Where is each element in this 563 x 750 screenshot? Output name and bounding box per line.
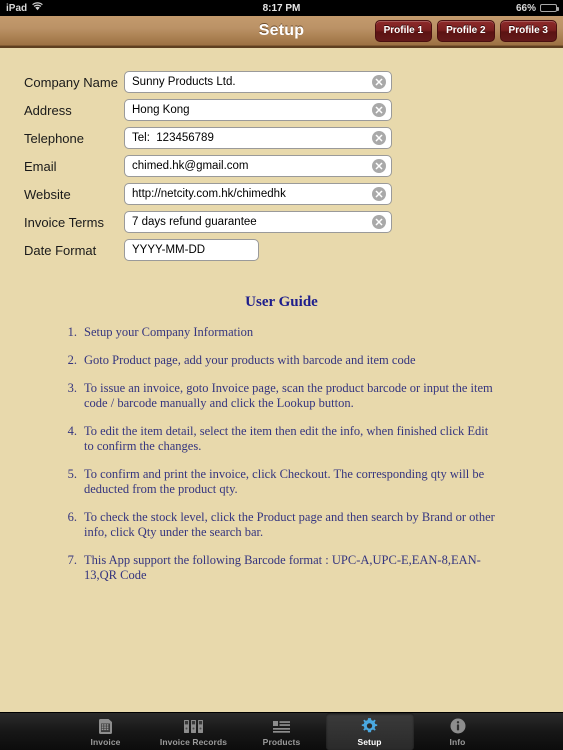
tab-label-info: Info [449, 736, 466, 747]
battery-icon [540, 4, 559, 12]
tab-label-setup: Setup [357, 736, 382, 747]
tab-label-invoice: Invoice [90, 736, 121, 747]
email-input[interactable] [124, 155, 392, 177]
calculator-icon [97, 717, 114, 736]
guide-text: Goto Product page, add your products wit… [84, 353, 416, 367]
field-wrap-telephone [124, 127, 392, 149]
label-telephone: Telephone [24, 130, 84, 146]
invoice-terms-input[interactable] [124, 211, 392, 233]
user-guide-list: 1. Setup your Company Information 2. Got… [62, 325, 501, 583]
tab-label-invoice-records: Invoice Records [159, 736, 228, 747]
field-wrap-website [124, 183, 392, 205]
address-input[interactable] [124, 99, 392, 121]
label-company-name: Company Name [24, 74, 118, 90]
guide-text: To check the stock level, click the Prod… [84, 510, 495, 539]
form-row-telephone: Telephone [0, 124, 563, 152]
date-format-input[interactable] [124, 239, 259, 261]
guide-number: 7. [67, 553, 77, 567]
clear-invoice-terms-icon[interactable] [372, 215, 386, 229]
guide-item-1: 1. Setup your Company Information [62, 325, 501, 340]
clear-telephone-icon[interactable] [372, 131, 386, 145]
binders-icon [183, 717, 204, 736]
guide-item-2: 2. Goto Product page, add your products … [62, 353, 501, 368]
form-row-company-name: Company Name [0, 68, 563, 96]
user-guide-section: User Guide 1. Setup your Company Informa… [0, 294, 563, 583]
navigation-bar: Setup Profile 1 Profile 2 Profile 3 [0, 16, 563, 48]
list-icon [272, 717, 291, 736]
company-info-form: Company Name Address Telephone [0, 50, 563, 264]
label-email: Email [24, 158, 57, 174]
status-bar-right: 66% [515, 2, 559, 14]
profile-3-button[interactable]: Profile 3 [499, 20, 557, 42]
tab-invoice[interactable]: Invoice [62, 713, 150, 750]
info-icon [449, 717, 467, 736]
guide-item-6: 6. To check the stock level, click the P… [62, 510, 501, 540]
website-input[interactable] [124, 183, 392, 205]
battery-percent: 66% [515, 2, 536, 14]
tab-products[interactable]: Products [238, 713, 326, 750]
tab-bar: Invoice Invoice Records Products Setup I… [0, 712, 563, 750]
tab-info[interactable]: Info [414, 713, 502, 750]
form-row-invoice-terms: Invoice Terms [0, 208, 563, 236]
clear-address-icon[interactable] [372, 103, 386, 117]
profile-buttons-group: Profile 1 Profile 2 Profile 3 [374, 20, 557, 42]
guide-item-3: 3. To issue an invoice, goto Invoice pag… [62, 381, 501, 411]
company-name-input[interactable] [124, 71, 392, 93]
guide-number: 5. [67, 467, 77, 481]
label-date-format: Date Format [24, 242, 97, 258]
profile-1-button[interactable]: Profile 1 [374, 20, 433, 42]
status-bar-time: 8:17 PM [262, 2, 301, 14]
guide-text: To confirm and print the invoice, click … [84, 467, 485, 496]
field-wrap-date-format [124, 239, 259, 261]
guide-number: 3. [67, 381, 77, 395]
form-row-address: Address [0, 96, 563, 124]
form-row-website: Website [0, 180, 563, 208]
label-website: Website [24, 186, 71, 202]
form-row-email: Email [0, 152, 563, 180]
guide-item-4: 4. To edit the item detail, select the i… [62, 424, 501, 454]
guide-number: 4. [67, 424, 77, 438]
guide-number: 1. [67, 325, 77, 339]
guide-item-7: 7. This App support the following Barcod… [62, 553, 501, 583]
clear-website-icon[interactable] [372, 187, 386, 201]
tab-setup[interactable]: Setup [325, 713, 414, 750]
field-wrap-email [124, 155, 392, 177]
user-guide-title: User Guide [245, 294, 318, 310]
telephone-input[interactable] [124, 127, 392, 149]
guide-number: 2. [67, 353, 77, 367]
status-bar: iPad 8:17 PM 66% [0, 0, 563, 16]
field-wrap-company-name [124, 71, 392, 93]
guide-text: Setup your Company Information [84, 325, 254, 339]
clear-email-icon[interactable] [372, 159, 386, 173]
gear-icon [360, 717, 379, 736]
setup-content: Company Name Address Telephone [0, 50, 563, 712]
guide-item-5: 5. To confirm and print the invoice, cli… [62, 467, 501, 497]
tab-invoice-records[interactable]: Invoice Records [150, 713, 238, 750]
guide-text: This App support the following Barcode f… [84, 553, 481, 582]
guide-number: 6. [67, 510, 77, 524]
profile-2-button[interactable]: Profile 2 [437, 20, 495, 42]
form-row-date-format: Date Format [0, 236, 563, 264]
field-wrap-address [124, 99, 392, 121]
field-wrap-invoice-terms [124, 211, 392, 233]
tab-label-products: Products [262, 736, 301, 747]
guide-text: To edit the item detail, select the item… [84, 424, 489, 453]
label-address: Address [24, 102, 72, 118]
guide-text: To issue an invoice, goto Invoice page, … [84, 381, 493, 410]
label-invoice-terms: Invoice Terms [24, 214, 104, 230]
clear-company-name-icon[interactable] [372, 75, 386, 89]
